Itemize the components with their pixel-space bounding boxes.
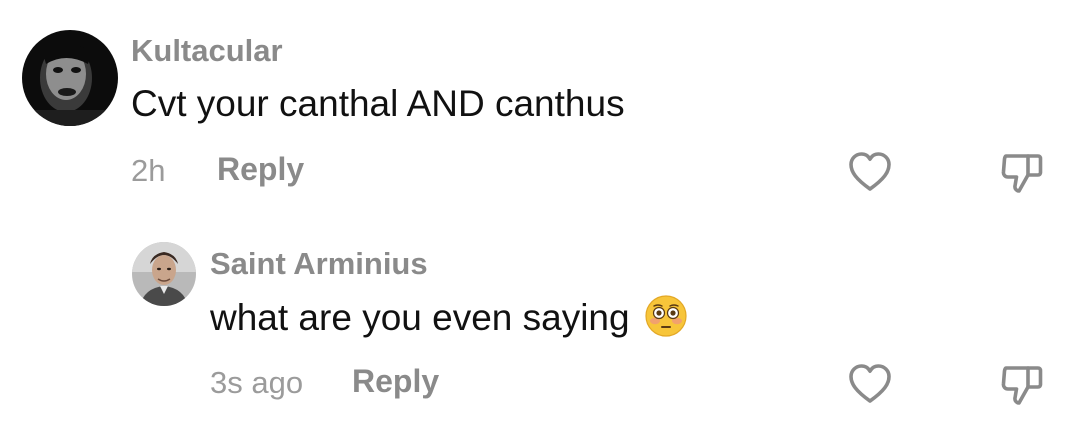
comment-timestamp: 3s ago [210,365,304,400]
comment-text-content: what are you even saying [210,297,630,338]
comment-username[interactable]: Kultacular [131,33,283,69]
reply-button[interactable]: Reply [352,363,439,400]
like-heart-icon[interactable] [846,148,894,196]
comment-username[interactable]: Saint Arminius [210,246,428,282]
reply-button[interactable]: Reply [217,151,304,188]
avatar[interactable] [22,30,118,126]
comment-item: Kultacular Cvt your canthal AND canthus … [0,0,1080,210]
comment-text: Cvt your canthal AND canthus [131,83,625,124]
dislike-thumbs-down-icon[interactable] [998,148,1046,196]
flushed-face-emoji-icon [644,294,688,338]
comment-text: what are you even saying [210,294,688,339]
dark-face-avatar-icon [22,30,118,126]
comment-timestamp: 2h [131,153,166,188]
reply-comment-item: Saint Arminius what are you even saying … [0,210,1080,421]
dislike-thumbs-down-icon[interactable] [998,360,1046,408]
man-portrait-avatar-icon [132,242,196,306]
avatar[interactable] [132,242,196,306]
like-heart-icon[interactable] [846,360,894,408]
